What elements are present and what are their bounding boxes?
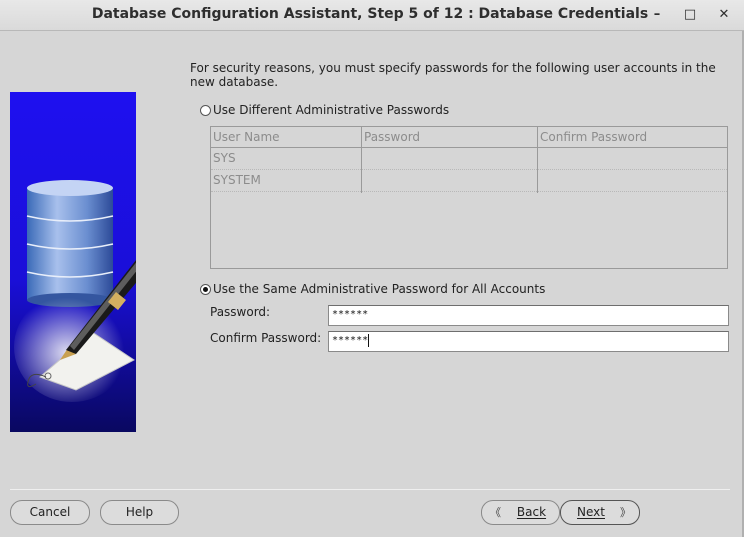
different-passwords-radio[interactable] xyxy=(200,105,211,116)
database-pen-image xyxy=(10,92,168,432)
same-password-label[interactable]: Use the Same Administrative Password for… xyxy=(213,282,545,296)
maximize-icon[interactable]: □ xyxy=(680,5,700,25)
table-row: SYSTEM xyxy=(211,170,727,192)
close-icon[interactable]: ✕ xyxy=(714,5,734,25)
button-separator xyxy=(10,489,730,490)
cell-password xyxy=(362,170,537,191)
cell-password xyxy=(362,148,537,169)
password-label: Password: xyxy=(210,305,271,319)
password-value: ****** xyxy=(332,309,369,320)
confirm-password-value: ****** xyxy=(332,335,369,346)
minimize-icon[interactable]: – xyxy=(647,5,667,25)
cell-confirm-password xyxy=(538,148,726,169)
confirm-password-field[interactable]: ****** xyxy=(328,331,729,352)
table-row: SYS xyxy=(211,148,727,170)
cancel-button-label: Cancel xyxy=(29,505,71,519)
column-divider xyxy=(537,127,538,193)
different-passwords-label[interactable]: Use Different Administrative Passwords xyxy=(213,103,449,117)
cell-user-name: SYS xyxy=(213,151,236,165)
back-arrow-icon: 《 xyxy=(490,506,501,519)
cell-confirm-password xyxy=(538,170,726,191)
column-header-user-name: User Name xyxy=(213,130,280,144)
column-header-password: Password xyxy=(364,130,421,144)
text-cursor xyxy=(368,333,370,347)
next-button[interactable]: Next 》 xyxy=(560,500,640,525)
help-button[interactable]: Help xyxy=(100,500,179,525)
confirm-password-label: Confirm Password: xyxy=(210,331,322,345)
password-field[interactable]: ****** xyxy=(328,305,729,326)
database-illustration xyxy=(10,92,168,432)
same-password-radio[interactable] xyxy=(200,284,211,295)
help-button-label: Help xyxy=(125,505,154,519)
back-button[interactable]: 《 Back xyxy=(481,500,560,525)
next-arrow-icon: 》 xyxy=(620,506,631,519)
title-bar: Database Configuration Assistant, Step 5… xyxy=(0,0,744,31)
back-button-label: Back xyxy=(516,505,547,519)
column-divider xyxy=(361,127,362,193)
window-title: Database Configuration Assistant, Step 5… xyxy=(91,6,649,22)
next-button-label: Next xyxy=(577,505,605,519)
column-header-confirm-password: Confirm Password xyxy=(540,130,648,144)
cell-user-name: SYSTEM xyxy=(213,173,261,187)
intro-text: For security reasons, you must specify p… xyxy=(190,61,716,89)
table-header: User Name Password Confirm Password xyxy=(211,127,727,148)
accounts-table: User Name Password Confirm Password SYS … xyxy=(210,126,728,269)
cancel-button[interactable]: Cancel xyxy=(10,500,90,525)
